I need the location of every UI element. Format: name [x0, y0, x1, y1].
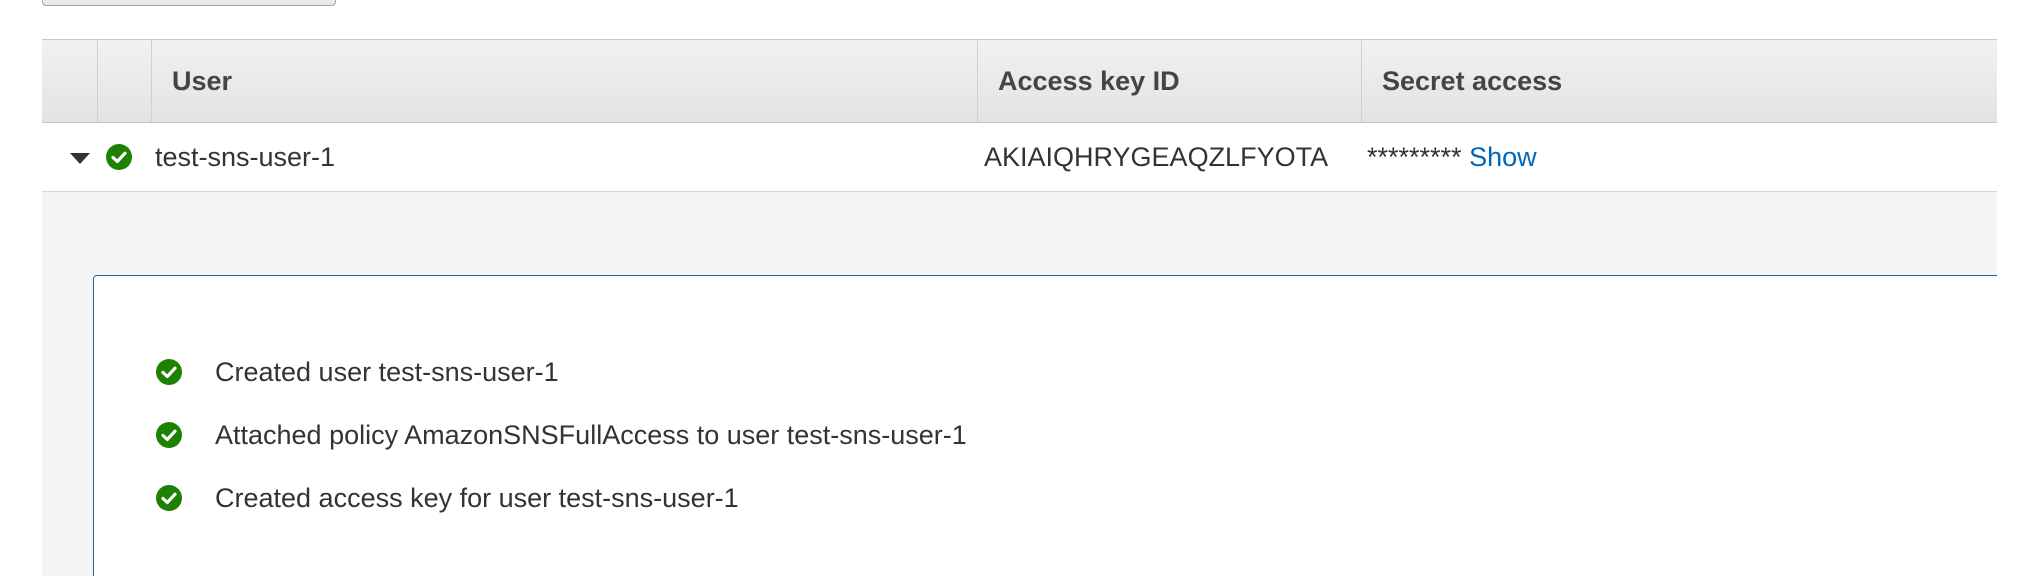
message-text: Created user test-sns-user-1: [215, 357, 559, 387]
check-circle-icon: [156, 422, 182, 448]
status-column-header: [97, 40, 151, 122]
check-circle-icon: [106, 144, 132, 170]
user-name-cell: test-sns-user-1: [155, 142, 336, 172]
table-row: test-sns-user-1 AKIAIQHRYGEAQZLFYOTA ***…: [42, 123, 1997, 192]
expand-column-header: [42, 40, 97, 122]
users-table: User Access key ID Secret access test-sn…: [42, 39, 1997, 576]
column-header-user[interactable]: User: [151, 40, 977, 122]
access-key-id-cell: AKIAIQHRYGEAQZLFYOTA: [984, 142, 1329, 172]
column-header-access-key-id[interactable]: Access key ID: [977, 40, 1361, 122]
details-panel: Created user test-sns-user-1 Attached po…: [93, 275, 1997, 576]
check-circle-icon: [156, 485, 182, 511]
message-text: Attached policy AmazonSNSFullAccess to u…: [215, 420, 967, 450]
secret-masked-value: *********: [1367, 142, 1462, 172]
show-secret-link[interactable]: Show: [1469, 142, 1537, 172]
toolbar-button[interactable]: [42, 0, 336, 6]
message-text: Created access key for user test-sns-use…: [215, 483, 739, 513]
expanded-row-details: Created user test-sns-user-1 Attached po…: [42, 192, 1997, 576]
caret-down-icon[interactable]: [70, 153, 90, 164]
check-circle-icon: [156, 359, 182, 385]
secret-access-key-cell: ********* Show: [1367, 123, 1537, 191]
iam-user-results-view: User Access key ID Secret access test-sn…: [0, 0, 2044, 576]
column-header-secret-access[interactable]: Secret access: [1361, 40, 1997, 122]
table-header: User Access key ID Secret access: [42, 39, 1997, 123]
